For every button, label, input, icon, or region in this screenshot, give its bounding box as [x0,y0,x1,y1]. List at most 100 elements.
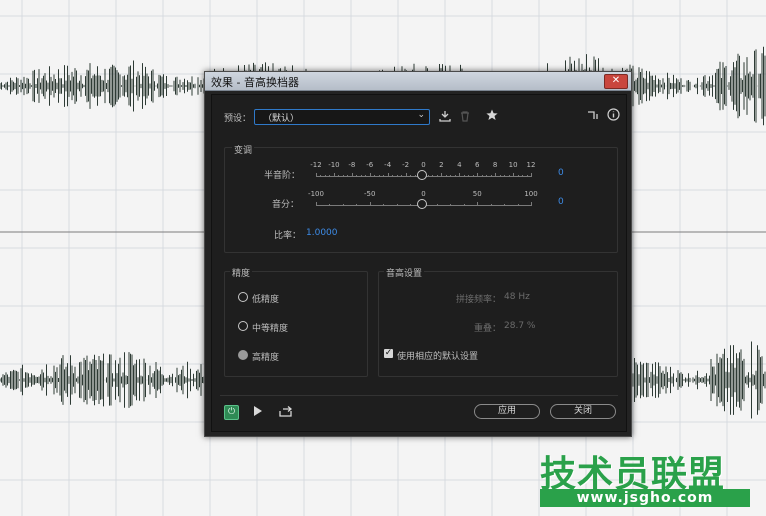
slider-minor-tick [405,175,407,177]
slider-minor-tick [329,204,331,206]
slider-minor-tick [316,175,317,177]
medium-precision-label[interactable]: 中等精度 [252,321,288,334]
slider-tick-label: 2 [439,161,444,169]
slider-minor-tick [383,175,385,177]
slider-tick-label: 8 [492,161,498,169]
slider-minor-tick [450,175,452,177]
slider-tick-label: 6 [475,161,480,169]
dialog-body: 预设： （默认） ⌄ 变调 半音阶： -12 -10 -8 -6 -4 -2 0 2 4 6 8 10… [211,94,627,432]
cents-slider-knob[interactable] [417,199,427,209]
slider-minor-tick [504,175,506,177]
apply-button[interactable]: 应用 [474,404,540,419]
slider-minor-tick [369,175,371,177]
slider-tick-label: -6 [366,161,374,169]
slider-tick-label: -12 [310,161,322,169]
slider-minor-tick [454,175,456,177]
ratio-label: 比率： [274,231,302,241]
favorite-star-icon[interactable] [485,109,499,124]
ratio-value: 1.0000 [306,228,338,238]
delete-preset-icon[interactable] [458,110,472,125]
slider-tick-label: 12 [526,161,536,169]
power-icon: ⏻ [227,407,236,417]
slider-minor-tick [526,175,528,177]
loop-icon [278,406,292,417]
slider-minor-tick [517,204,519,206]
overlap-value: 28.7 % [504,321,536,331]
slider-minor-tick [486,175,488,177]
slider-minor-tick [432,175,434,177]
slider-minor-tick [383,204,385,206]
slider-minor-tick [347,175,349,177]
precision-section-title: 精度 [230,266,253,279]
use-default-settings-label[interactable]: 使用相应的默认设置 [397,349,478,362]
slider-minor-tick [410,204,412,206]
slider-minor-tick [356,204,358,206]
slider-minor-tick [342,204,344,206]
low-precision-label[interactable]: 低精度 [252,292,279,305]
loop-button[interactable] [278,406,292,420]
radio-low-precision[interactable] [238,292,248,302]
slider-tick-label: -10 [328,161,340,169]
slider-minor-tick [365,175,367,177]
slider-minor-tick [369,204,371,206]
slider-minor-tick [499,175,501,177]
save-preset-icon[interactable] [438,110,452,125]
slider-minor-tick [316,204,317,206]
slider-minor-tick [490,204,492,206]
pitch-section-title: 变调 [232,143,255,156]
high-precision-label[interactable]: 高精度 [252,350,279,363]
slider-tick-label: 10 [508,161,518,169]
slider-tick-label: -2 [402,161,410,169]
close-icon: ✕ [611,75,621,86]
slider-minor-tick [472,175,474,177]
watermark-url: www.jsgho.com [540,489,750,507]
slider-minor-tick [436,204,438,206]
preset-dropdown[interactable]: （默认） ⌄ [254,109,430,125]
semitone-value[interactable]: 0 [558,168,564,178]
slider-minor-tick [410,175,412,177]
slider-minor-tick [459,175,461,177]
slider-minor-tick [374,175,376,177]
slider-minor-tick [450,204,452,206]
slider-tick-label: 4 [457,161,462,169]
close-window-button[interactable]: ✕ [604,74,628,89]
chevron-down-icon: ⌄ [417,110,425,120]
slider-tick-label: 50 [472,190,482,198]
radio-high-precision[interactable] [238,350,248,360]
slider-minor-tick [351,175,353,177]
info-icon[interactable] [606,108,620,124]
semitone-label: 半音阶： [264,171,301,181]
splice-frequency-label: 拼接频率： [456,295,502,305]
slider-minor-tick [324,175,326,177]
slider-minor-tick [508,175,510,177]
slider-tick-label: 0 [421,190,426,198]
play-button[interactable] [252,406,264,419]
checkmark-icon: ✓ [384,348,393,358]
slider-minor-tick [445,175,447,177]
slider-minor-tick [436,175,438,177]
slider-tick-label: 100 [524,190,538,198]
radio-medium-precision[interactable] [238,321,248,331]
footer-divider [220,395,618,396]
slider-minor-tick [481,175,483,177]
slider-minor-tick [401,175,403,177]
slider-minor-tick [427,175,429,177]
splice-frequency-value: 48 Hz [504,292,530,302]
preset-label: 预设： [224,114,252,124]
slider-tick-label: -8 [348,161,356,169]
slider-minor-tick [320,175,322,177]
slider-minor-tick [531,204,532,206]
slider-tick-label: -50 [364,190,376,198]
close-button[interactable]: 关闭 [550,404,616,419]
slider-minor-tick [329,175,331,177]
routing-icon[interactable] [586,109,600,124]
overlap-label: 重叠： [474,324,502,334]
slider-tick-label: 0 [421,161,426,169]
slider-minor-tick [342,175,344,177]
semitone-slider-knob[interactable] [417,170,427,180]
power-toggle-button[interactable]: ⏻ [224,405,239,420]
slider-minor-tick [396,204,398,206]
cents-value[interactable]: 0 [558,197,564,207]
use-default-settings-checkbox[interactable]: ✓ [384,349,393,358]
dialog-title: 效果 - 音高换档器 [211,76,299,89]
